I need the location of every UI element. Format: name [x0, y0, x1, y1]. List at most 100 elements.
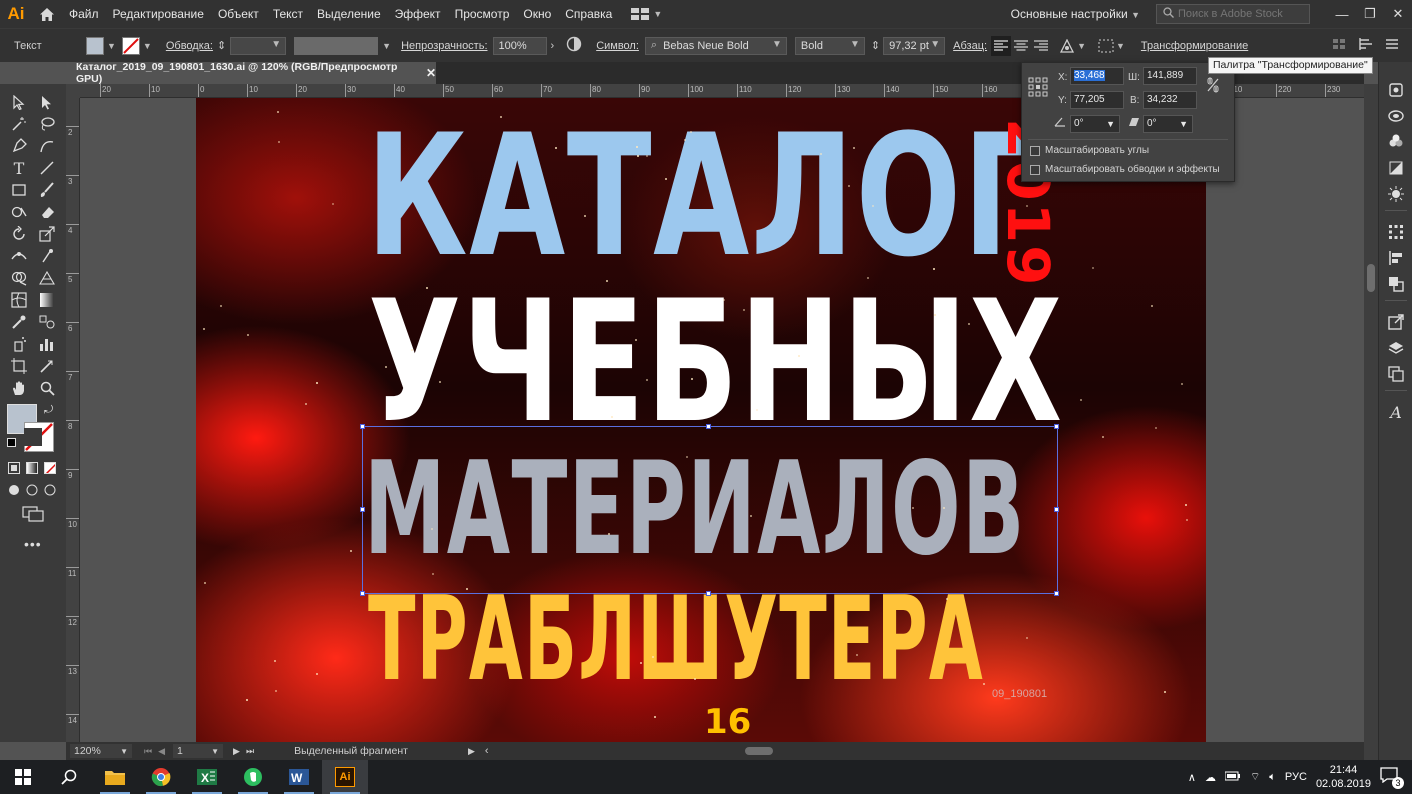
artboard[interactable]: КАТАЛОГ УЧЕБНЫХ МАТЕРИАЛОВ ТРАБЛШУТЕРА 2… [196, 98, 1206, 742]
illustrator-taskbar-icon[interactable]: Ai [322, 760, 368, 794]
eraser-tool-icon[interactable] [37, 202, 57, 222]
issue-number[interactable]: 16 [704, 702, 751, 742]
color-mode-icon[interactable] [8, 462, 20, 474]
menu-view[interactable]: Просмотр [448, 0, 517, 28]
draw-normal-icon[interactable] [8, 484, 56, 499]
stroke-swatch[interactable] [121, 36, 140, 55]
evernote-icon[interactable] [230, 760, 276, 794]
chevron-down-icon[interactable]: ▼ [143, 41, 152, 51]
none-mode-icon[interactable] [44, 462, 56, 474]
title-line-uchebnykh[interactable]: УЧЕБНЫХ [368, 278, 1064, 446]
chevron-down-icon[interactable]: ▼ [382, 41, 391, 51]
chevron-right-icon[interactable]: › [551, 40, 555, 52]
selection-handle[interactable] [706, 424, 711, 429]
lasso-tool-icon[interactable] [37, 114, 57, 134]
wifi-icon[interactable]: ⌔ [1250, 770, 1260, 784]
variable-width-profile[interactable] [294, 36, 379, 55]
scale-tool-icon[interactable] [37, 224, 57, 244]
hand-tool-icon[interactable] [9, 378, 29, 398]
volume-icon[interactable]: 🔈︎ [1269, 771, 1276, 784]
prev-artboard-icon[interactable]: ◀ [158, 746, 165, 757]
gradient-tool-icon[interactable] [37, 290, 57, 310]
scrollbar-thumb[interactable] [1367, 264, 1375, 292]
slice-tool-icon[interactable] [37, 356, 57, 376]
catalog-code[interactable]: 09_190801 [992, 688, 1047, 700]
start-button[interactable] [0, 760, 46, 794]
menu-file[interactable]: Файл [62, 0, 106, 28]
align-panel-icon[interactable] [1386, 248, 1406, 268]
glyphs-icon[interactable]: A [1386, 402, 1406, 422]
fill-swatch[interactable] [86, 36, 104, 55]
menu-window[interactable]: Окно [516, 0, 558, 28]
shaper-tool-icon[interactable] [9, 202, 29, 222]
more-tools-icon[interactable]: ••• [24, 536, 42, 552]
menu-object[interactable]: Объект [211, 0, 266, 28]
scale-strokes-checkbox[interactable]: Масштабировать обводки и эффекты [1030, 164, 1220, 175]
stroke-label[interactable]: Обводка: [166, 40, 213, 52]
title-line-katalog[interactable]: КАТАЛОГ [366, 112, 1043, 280]
opacity-label[interactable]: Непрозрачность: [401, 40, 487, 52]
width-field[interactable]: 141,889 mm [1143, 67, 1197, 85]
stepper-icon[interactable]: ⇕ [871, 39, 880, 52]
type-tool-icon[interactable]: T [9, 158, 29, 178]
magic-wand-tool-icon[interactable] [9, 114, 29, 134]
zoom-field[interactable]: 120% ▼ [70, 744, 132, 758]
gradient-mode-icon[interactable] [26, 462, 38, 474]
isolate-icon[interactable] [1332, 38, 1346, 53]
font-style-dropdown[interactable]: Bold ▼ [794, 36, 865, 55]
chevron-down-icon[interactable]: ▼ [107, 41, 116, 51]
title-line-trablshutera[interactable]: ТРАБЛШУТЕРА [368, 582, 984, 698]
screen-mode-icon[interactable] [22, 506, 44, 525]
arrange-icon[interactable] [1358, 37, 1374, 54]
next-artboard-icon[interactable]: ▶ [233, 746, 240, 757]
font-size-field[interactable]: 97,32 pt ▼ [883, 36, 946, 55]
appearance-icon[interactable] [1386, 158, 1406, 178]
selection-handle[interactable] [360, 591, 365, 596]
minimize-button[interactable]: — [1328, 0, 1356, 28]
y-field[interactable]: 77,205 mm [1070, 91, 1124, 109]
recolor-artwork-icon[interactable] [1057, 36, 1077, 56]
ruler-origin[interactable] [66, 84, 80, 98]
vertical-scrollbar[interactable] [1364, 84, 1378, 760]
selection-handle[interactable] [706, 591, 711, 596]
layers-icon[interactable] [1386, 338, 1406, 358]
pathfinder-icon[interactable] [1386, 274, 1406, 294]
curvature-tool-icon[interactable] [37, 136, 57, 156]
export-icon[interactable] [1386, 312, 1406, 332]
zoom-tool-icon[interactable] [37, 378, 57, 398]
chevron-down-icon[interactable]: ▼ [1077, 41, 1086, 51]
selection-bounding-box[interactable] [362, 426, 1058, 594]
excel-icon[interactable]: X [184, 760, 230, 794]
rotate-tool-icon[interactable] [9, 224, 29, 244]
reference-point-icon[interactable] [1028, 77, 1048, 100]
close-button[interactable]: ✕ [1384, 0, 1412, 28]
shape-builder-tool-icon[interactable] [9, 268, 29, 288]
shear-field[interactable]: 0° ▼ [1143, 115, 1193, 133]
vertical-ruler[interactable]: 2 3 4 5 6 7 8 9 10 11 12 13 14 [66, 98, 80, 742]
brightness-icon[interactable] [1386, 184, 1406, 204]
height-field[interactable]: 34,232 mm [1143, 91, 1197, 109]
line-tool-icon[interactable] [37, 158, 57, 178]
font-family-dropdown[interactable]: ⌕ Bebas Neue Bold ▼ [644, 36, 787, 55]
maximize-button[interactable]: ❐ [1356, 0, 1384, 28]
search-icon[interactable] [46, 760, 92, 794]
align-center-button[interactable] [1011, 36, 1031, 56]
file-explorer-icon[interactable] [92, 760, 138, 794]
character-label[interactable]: Символ: [596, 40, 639, 52]
artboard-tool-icon[interactable] [9, 356, 29, 376]
color-guide-icon[interactable] [1386, 132, 1406, 152]
word-icon[interactable]: W [276, 760, 322, 794]
artboards-icon[interactable] [1386, 364, 1406, 384]
mesh-tool-icon[interactable] [9, 290, 29, 310]
align-left-button[interactable] [991, 35, 1012, 56]
scale-corners-checkbox[interactable]: Масштабировать углы [1030, 145, 1149, 156]
stock-search[interactable] [1156, 4, 1310, 24]
scrollbar-thumb[interactable] [744, 747, 773, 755]
selection-handle[interactable] [1054, 424, 1059, 429]
chevron-up-icon[interactable]: ∧ [1188, 771, 1196, 784]
chevron-down-icon[interactable]: ▼ [1116, 41, 1125, 51]
cc-libraries-icon[interactable] [1386, 106, 1406, 126]
menu-select[interactable]: Выделение [310, 0, 388, 28]
properties-icon[interactable] [1386, 80, 1406, 100]
selection-handle[interactable] [1054, 507, 1059, 512]
